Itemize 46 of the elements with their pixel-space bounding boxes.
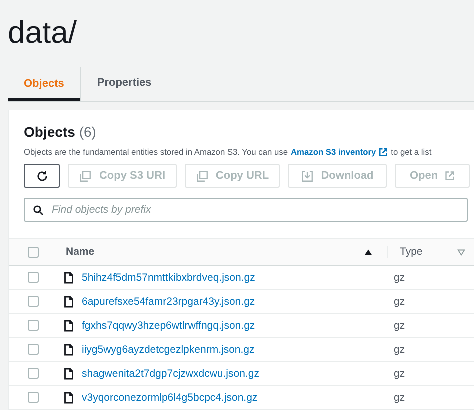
copy-icon [79,170,92,182]
tab[interactable]: Properties [81,67,168,101]
copy-icon [196,170,209,182]
section-heading: Objects [24,124,76,140]
table-cell: gz [394,368,406,380]
search-icon [33,205,44,216]
external-link-icon [379,148,388,156]
tab[interactable]: Objects [8,67,82,101]
table-cell: gz [394,320,406,332]
column-header[interactable]: Type [400,246,423,258]
file-link[interactable]: 6apurefsxe54famr23rpgar43y.json.gz [82,296,256,308]
file-link[interactable]: v3yqorconezormlp6l4g5bcpc4.json.gz [82,392,258,404]
file-icon [64,344,74,356]
object-count: (6) [79,124,96,140]
file-link[interactable]: fgxhs7qqwy3hzep6wtlrwffngq.json.gz [82,320,256,332]
sort-icon[interactable] [457,248,466,256]
row-checkbox[interactable] [28,392,39,403]
row-checkbox[interactable] [28,296,39,307]
refresh-icon [36,170,48,182]
row-checkbox[interactable] [28,344,39,355]
file-link[interactable]: iiyg5wyg6ayzdetcgezlpkenrm.json.gz [82,344,255,356]
file-link[interactable]: 5hihz4f5dm57nmttkibxbrdveq.json.gz [82,272,256,284]
table-cell: gz [394,296,406,308]
file-icon [64,368,74,380]
file-icon [64,296,74,308]
refresh-button[interactable] [24,164,60,188]
external-link-icon [445,171,456,181]
table-cell: gz [394,392,406,404]
row-checkbox[interactable] [28,272,39,283]
description-text: to get a list [391,147,432,157]
inventory-link[interactable]: Amazon S3 inventory [290,147,376,157]
row-checkbox[interactable] [28,320,39,331]
table-cell: gz [394,344,406,356]
search-field[interactable]: Find objects by prefix [24,198,468,222]
page-title: data/ [8,14,77,52]
table-cell: gz [394,272,406,284]
column-header[interactable]: Name [66,246,95,258]
file-link[interactable]: shagwenita2t7dgp7cjzwxdcwu.json.gz [82,368,260,380]
file-icon [64,320,74,332]
row-checkbox[interactable] [28,368,39,379]
file-icon [64,272,74,284]
file-icon [64,392,74,404]
sort-ascending-icon[interactable] [364,248,373,256]
description-text: Objects are the fundamental entities stored in Amazon S3. You can use [24,147,288,157]
select-all-checkbox[interactable] [28,246,39,258]
download-icon [301,170,314,182]
